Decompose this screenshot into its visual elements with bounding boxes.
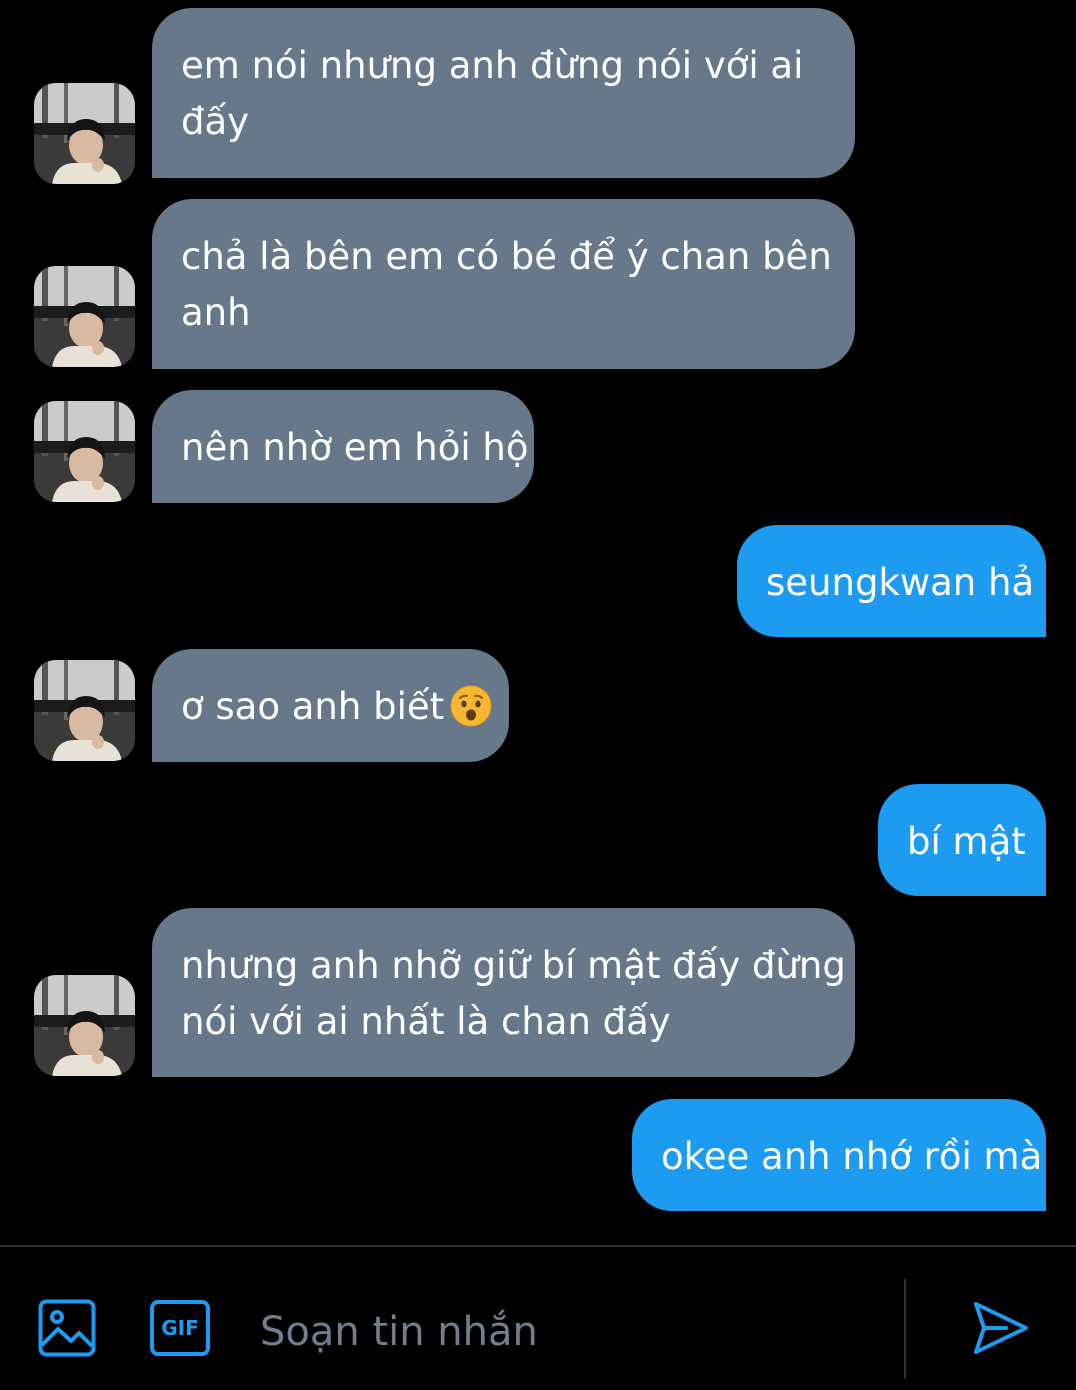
avatar[interactable] xyxy=(34,266,135,367)
message-text-line: em nói nhưng anh đừng nói với ai xyxy=(181,44,804,87)
message-text-line: bí mật xyxy=(907,820,1026,863)
divider xyxy=(904,1279,906,1379)
message-row-incoming: nhưng anh nhỡ giữ bí mật đấy đừng nói vớ… xyxy=(0,908,1076,1077)
message-text-line: nên nhờ em hỏi hộ xyxy=(181,426,529,469)
message-bubble-incoming[interactable]: nên nhờ em hỏi hộ xyxy=(152,390,534,503)
message-row-outgoing: seungkwan hả xyxy=(0,525,1076,637)
message-row-outgoing: okee anh nhớ rồi mà xyxy=(0,1099,1076,1211)
message-input[interactable]: Soạn tin nhắn xyxy=(260,1307,538,1357)
message-text-line: seungkwan hả xyxy=(766,561,1035,604)
message-text-line: okee anh nhớ rồi mà xyxy=(661,1135,1043,1178)
avatar[interactable] xyxy=(34,83,135,184)
avatar[interactable] xyxy=(34,660,135,761)
message-row-outgoing: bí mật xyxy=(0,784,1076,896)
gif-label: GIF xyxy=(161,1316,199,1340)
message-thread: em nói nhưng anh đừng nói với ai đấy chả… xyxy=(0,0,1076,1245)
send-icon[interactable] xyxy=(972,1299,1030,1357)
message-row-incoming: ơ sao anh biết xyxy=(0,649,1076,762)
message-composer: GIF Soạn tin nhắn xyxy=(0,1245,1076,1390)
message-bubble-outgoing[interactable]: bí mật xyxy=(878,784,1046,896)
message-bubble-incoming[interactable]: chả là bên em có bé để ý chan bên anh xyxy=(152,199,855,369)
message-row-incoming: em nói nhưng anh đừng nói với ai đấy xyxy=(0,8,1076,184)
message-text-line: ơ sao anh biết xyxy=(181,679,492,735)
message-bubble-incoming[interactable]: nhưng anh nhỡ giữ bí mật đấy đừng nói vớ… xyxy=(152,908,855,1077)
message-text-line: đấy xyxy=(181,100,250,143)
message-bubble-outgoing[interactable]: okee anh nhớ rồi mà xyxy=(632,1099,1046,1211)
hushed-face-emoji-icon xyxy=(450,685,492,727)
message-row-incoming: nên nhờ em hỏi hộ xyxy=(0,390,1076,503)
avatar[interactable] xyxy=(34,975,135,1076)
message-bubble-incoming[interactable]: ơ sao anh biết xyxy=(152,649,509,762)
message-text-line: nói với ai nhất là chan đấy xyxy=(181,1000,671,1043)
gif-icon[interactable]: GIF xyxy=(150,1300,210,1356)
message-bubble-outgoing[interactable]: seungkwan hả xyxy=(737,525,1046,637)
message-text-line: anh xyxy=(181,291,251,334)
message-text-line: nhưng anh nhỡ giữ bí mật đấy đừng xyxy=(181,944,846,987)
message-text: ơ sao anh biết xyxy=(181,685,445,728)
image-icon[interactable] xyxy=(38,1299,96,1357)
message-row-incoming: chả là bên em có bé để ý chan bên anh xyxy=(0,199,1076,369)
avatar[interactable] xyxy=(34,401,135,502)
message-text-line: chả là bên em có bé để ý chan bên xyxy=(181,235,832,278)
message-bubble-incoming[interactable]: em nói nhưng anh đừng nói với ai đấy xyxy=(152,8,855,178)
